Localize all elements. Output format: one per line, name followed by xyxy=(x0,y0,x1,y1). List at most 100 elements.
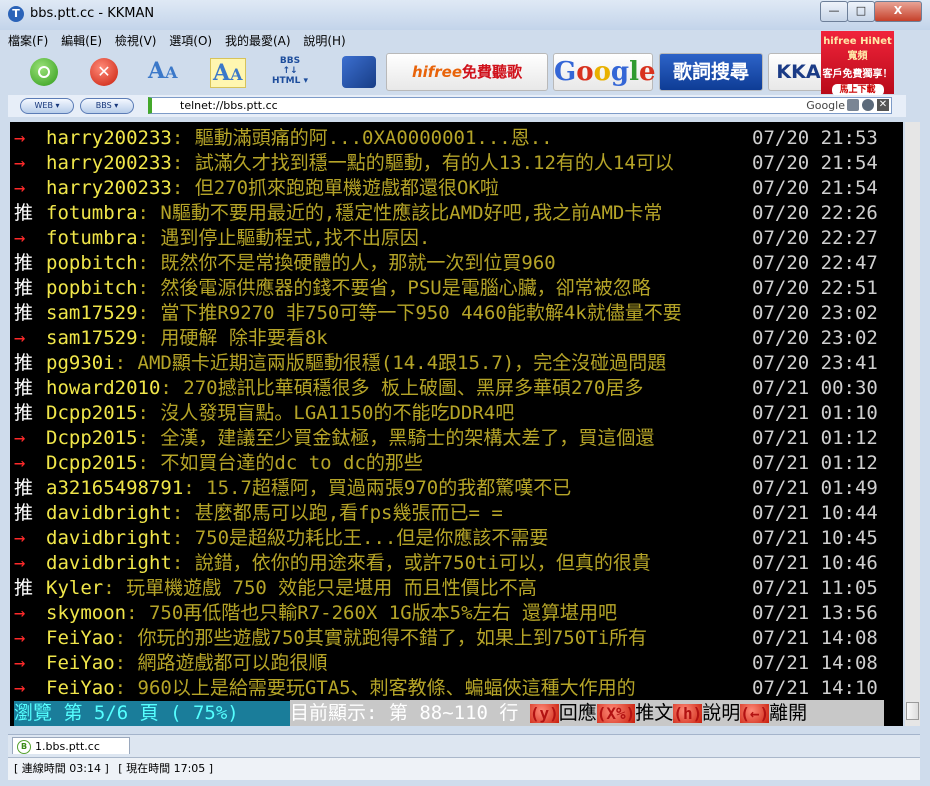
kk-box-icon[interactable] xyxy=(342,56,376,88)
comment-user: a32165498791 xyxy=(46,477,184,499)
comment-row: 推 davidbright: 甚麼都馬可以跑,看fps幾張而已= = 07/21 1… xyxy=(14,501,894,526)
comment-datetime: 07/20 22:47 xyxy=(752,252,878,274)
current-time: [ 現在時間 17:05 ] xyxy=(118,762,214,775)
comment-datetime: 07/21 14:08 xyxy=(752,652,878,674)
comment-user: davidbright xyxy=(46,552,172,574)
leave-label: 離開 xyxy=(769,702,808,724)
address-bar[interactable]: telnet://bbs.ptt.cc Google ✕ xyxy=(148,97,892,114)
kkbox-button[interactable]: KKA xyxy=(768,53,828,91)
hifree-ad-button[interactable]: hifree免費聽歌 xyxy=(386,53,548,91)
comment-text: : 不如買台達的dc to dc的那些 xyxy=(137,452,423,474)
comment-row: 推 sam17529: 當下推R9270 非750可等一下950 4460能軟解4… xyxy=(14,301,894,326)
comment-datetime: 07/20 21:53 xyxy=(752,127,878,149)
comment-datetime: 07/21 01:10 xyxy=(752,402,878,424)
hinet-promo-banner[interactable]: hifree HiNet寬頻 客戶免費獨享！ 馬上下載 xyxy=(821,31,894,96)
search-engine-label[interactable]: Google xyxy=(806,98,845,113)
scrollbar-thumb[interactable] xyxy=(906,702,919,720)
comment-datetime: 07/20 22:51 xyxy=(752,277,878,299)
push-tag: 推 xyxy=(14,202,34,224)
comment-row: → fotumbra: 遇到停止驅動程式,找不出原因. 07/20 22:27 xyxy=(14,226,894,251)
comment-row: 推 Kyler: 玩單機遊戲 750 效能只是堪用 而且性價比不高 07/21 11… xyxy=(14,576,894,601)
comment-datetime: 07/20 21:54 xyxy=(752,177,878,199)
new-tab-icon[interactable] xyxy=(847,99,859,111)
comment-row: → davidbright: 說錯，依你的用途來看，或許750ti可以，但真的很貴… xyxy=(14,551,894,576)
comment-user: fotumbra xyxy=(46,227,138,249)
reply-key[interactable]: (y) xyxy=(529,704,559,723)
comment-user: Dcpp2015 xyxy=(46,452,138,474)
comment-datetime: 07/20 23:41 xyxy=(752,352,878,374)
bbs-terminal[interactable]: → harry200233: 驅動滿頭痛的阿...0XA0000001...恩..… xyxy=(10,122,903,726)
bbs-html-switch-icon[interactable]: BBS ↑↓ HTML ▾ xyxy=(270,56,310,96)
comment-text: : 遇到停止驅動程式,找不出原因. xyxy=(137,227,431,249)
comment-row: → davidbright: 750是超級功耗比王...但是你應該不需要 07/21… xyxy=(14,526,894,551)
leave-key[interactable]: (←) xyxy=(740,704,770,723)
comment-text: : 用硬解 除非要看8k xyxy=(137,327,328,349)
arrow-tag: → xyxy=(14,602,26,624)
comment-text: : 沒人發現盲點。LGA1150的不能吃DDR4吧 xyxy=(137,402,515,424)
maximize-button[interactable]: □ xyxy=(847,1,875,22)
arrow-tag: → xyxy=(14,177,26,199)
font-highlight-icon[interactable]: AA xyxy=(210,58,246,88)
url-text[interactable]: telnet://bbs.ptt.cc xyxy=(180,99,278,112)
push-tag: 推 xyxy=(14,352,34,374)
menu-file[interactable]: 檔案(F) xyxy=(8,31,48,51)
comment-datetime: 07/21 10:45 xyxy=(752,527,878,549)
tab-bar: B 1.bbs.ptt.cc xyxy=(8,734,920,757)
comment-row: 推 howard2010: 270撼訊比華碩穩很多 板上破圖、黑屏多華碩270居多… xyxy=(14,376,894,401)
comment-user: harry200233 xyxy=(46,152,172,174)
comment-user: Kyler xyxy=(46,577,104,599)
comment-user: harry200233 xyxy=(46,127,172,149)
web-mode-dropdown[interactable]: WEB ▾ xyxy=(20,98,74,114)
lyric-search-button[interactable]: 歌詞搜尋 xyxy=(659,53,763,91)
comment-text: : 750再低階也只輸R7-260X 1G版本5%左右 還算堪用吧 xyxy=(126,602,617,624)
reply-label: 回應 xyxy=(558,702,597,724)
push-key[interactable]: (X%) xyxy=(596,704,636,723)
stop-icon[interactable]: ✕ xyxy=(90,58,118,86)
bbs-mode-dropdown[interactable]: BBS ▾ xyxy=(80,98,134,114)
menu-edit[interactable]: 編輯(E) xyxy=(61,31,102,51)
comment-datetime: 07/21 14:08 xyxy=(752,627,878,649)
comment-text: : 說錯，依你的用途來看，或許750ti可以，但真的很貴 xyxy=(171,552,651,574)
comment-row: → Dcpp2015: 不如買台達的dc to dc的那些 07/21 01:12 xyxy=(14,451,894,476)
comment-user: FeiYao xyxy=(46,677,115,699)
google-button[interactable]: Google xyxy=(553,53,656,91)
comment-text: : 玩單機遊戲 750 效能只是堪用 而且性價比不高 xyxy=(103,577,537,599)
comment-row: → harry200233: 驅動滿頭痛的阿...0XA0000001...恩..… xyxy=(14,126,894,151)
comment-text: : 960以上是給需要玩GTA5、刺客教條、蝙蝠俠這種大作用的 xyxy=(114,677,636,699)
comment-row: → skymoon: 750再低階也只輸R7-260X 1G版本5%左右 還算堪用… xyxy=(14,601,894,626)
comment-datetime: 07/21 14:10 xyxy=(752,677,878,699)
go-icon[interactable] xyxy=(30,58,58,86)
menu-view[interactable]: 檢視(V) xyxy=(115,31,157,51)
window-title: bbs.ptt.cc - KKMAN xyxy=(30,6,155,21)
comment-datetime: 07/21 10:46 xyxy=(752,552,878,574)
comment-row: 推 popbitch: 然後電源供應器的錢不要省，PSU是電腦心臟，卻常被忽略 07… xyxy=(14,276,894,301)
title-bar: T bbs.ptt.cc - KKMAN — □ X xyxy=(0,0,930,30)
comment-user: FeiYao xyxy=(46,627,115,649)
connection-time: [ 連線時間 03:14 ] xyxy=(14,762,109,775)
push-tag: 推 xyxy=(14,577,34,599)
font-size-icon[interactable]: AA xyxy=(148,58,178,98)
status-bar: [ 連線時間 03:14 ] [ 現在時間 17:05 ] xyxy=(8,757,920,780)
comment-text: : 甚麼都馬可以跑,看fps幾張而已= = xyxy=(171,502,503,524)
comment-text: : 全漢，建議至少買金鈦極，黑騎士的架構太差了，買這個還 xyxy=(137,427,655,449)
close-tab-icon[interactable]: ✕ xyxy=(877,99,889,111)
arrow-tag: → xyxy=(14,627,26,649)
terminal-scrollbar[interactable] xyxy=(905,122,920,726)
minimize-button[interactable]: — xyxy=(820,1,848,22)
comment-row: → FeiYao: 網路遊戲都可以跑很順 07/21 14:08 xyxy=(14,651,894,676)
comment-user: popbitch xyxy=(46,277,138,299)
comment-user: fotumbra xyxy=(46,202,138,224)
favorites-icon[interactable] xyxy=(862,99,874,111)
comment-row: 推 Dcpp2015: 沒人發現盲點。LGA1150的不能吃DDR4吧 07/21 … xyxy=(14,401,894,426)
comment-row: → Dcpp2015: 全漢，建議至少買金鈦極，黑騎士的架構太差了，買這個還 07/… xyxy=(14,426,894,451)
close-button[interactable]: X xyxy=(874,1,922,22)
comment-user: pg930i xyxy=(46,352,115,374)
menu-favorites[interactable]: 我的最愛(A) xyxy=(225,31,291,51)
push-tag: 推 xyxy=(14,502,34,524)
comment-user: davidbright xyxy=(46,502,172,524)
help-key[interactable]: (h) xyxy=(673,704,703,723)
menu-help[interactable]: 說明(H) xyxy=(303,31,345,51)
comment-row: → FeiYao: 你玩的那些遊戲750其實就跑得不錯了，如果上到750Ti所有 0… xyxy=(14,626,894,651)
tab-bbs-ptt[interactable]: B 1.bbs.ptt.cc xyxy=(12,737,130,754)
menu-options[interactable]: 選項(O) xyxy=(169,31,212,51)
